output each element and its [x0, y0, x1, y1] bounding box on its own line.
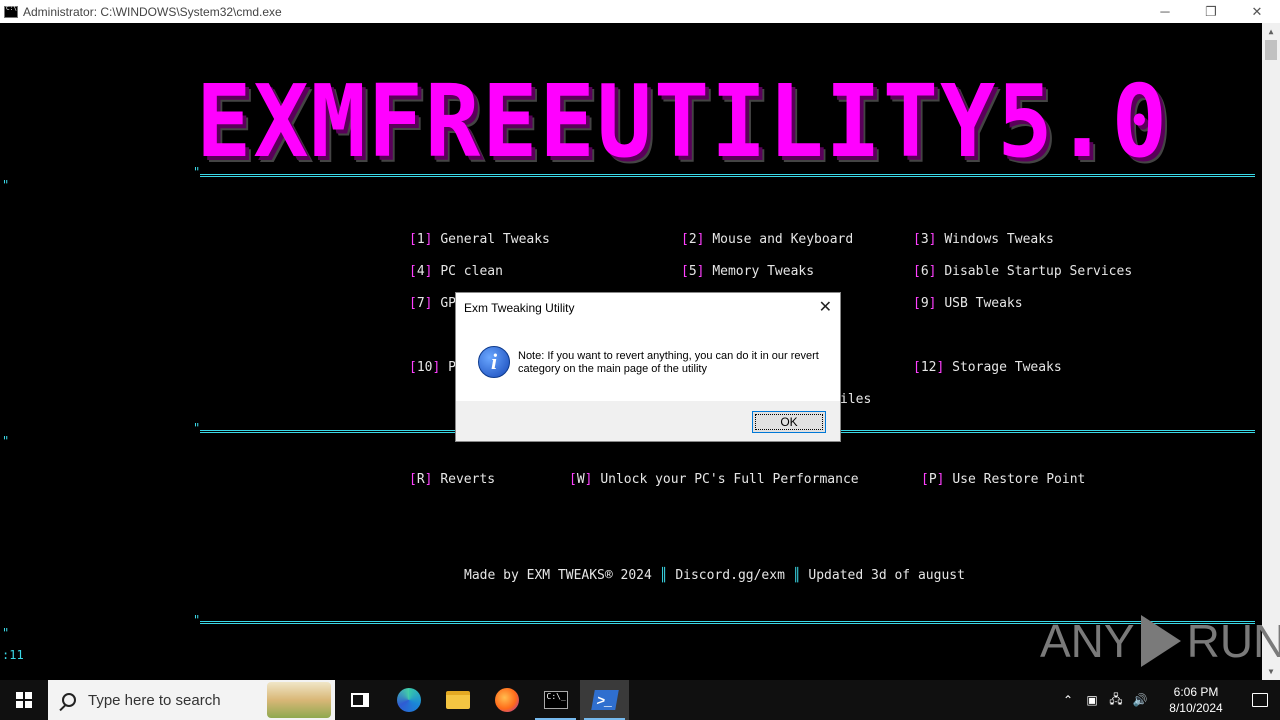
search-highlight-image — [267, 682, 331, 718]
task-view-icon — [350, 693, 369, 707]
window-controls: ─ ❐ ✕ — [1142, 0, 1280, 23]
ok-button[interactable]: OK — [752, 411, 826, 433]
clock[interactable]: 6:06 PM 8/10/2024 — [1158, 684, 1234, 716]
notification-icon — [1252, 693, 1268, 707]
taskbar-firefox[interactable] — [482, 680, 531, 720]
taskbar-edge[interactable] — [384, 680, 433, 720]
console-line-fragment: :11 — [2, 648, 24, 662]
firefox-icon — [494, 688, 519, 712]
dialog-close-button[interactable]: ✕ — [819, 297, 832, 317]
console-tick: " — [2, 178, 10, 192]
console-tick: " — [193, 613, 201, 627]
folder-icon — [445, 691, 470, 709]
banner-text: EXMFREEUTILITY5.0 — [196, 63, 1169, 180]
dialog-message: Note: If you want to revert anything, yo… — [518, 350, 819, 375]
menu-item-3: [3] Windows Tweaks — [913, 232, 1054, 247]
menu-item-1: [1] General Tweaks — [409, 232, 550, 247]
menu-item-6: [6] Disable Startup Services — [913, 264, 1133, 279]
system-tray: ⌃ ▣ 🖧 🔊 6:06 PM 8/10/2024 — [1056, 680, 1280, 720]
search-placeholder: Type here to search — [88, 691, 221, 709]
message-box: Exm Tweaking Utility ✕ i Note: If you wa… — [455, 292, 841, 442]
scrollbar-thumb[interactable] — [1265, 40, 1277, 60]
device-icon[interactable]: ▣ — [1080, 693, 1104, 707]
taskbar-powershell[interactable]: >_ — [580, 680, 629, 720]
window-titlebar: Administrator: C:\WINDOWS\System32\cmd.e… — [0, 0, 1280, 23]
minimize-button[interactable]: ─ — [1142, 0, 1188, 23]
menu-item-12: [12] Storage Tweaks — [913, 360, 1062, 375]
divider-line — [200, 174, 1255, 177]
taskbar-file-explorer[interactable] — [433, 680, 482, 720]
menu-item-7: [7] GP — [409, 296, 456, 311]
edge-icon — [396, 688, 421, 712]
menu-item-9: [9] USB Tweaks — [913, 296, 1023, 311]
cmd-icon: C:\_ — [543, 691, 568, 709]
windows-logo-icon — [16, 692, 32, 708]
menu-item-5: [5] Memory Tweaks — [681, 264, 815, 279]
taskbar-cmd[interactable]: C:\_ — [531, 680, 580, 720]
action-unlock-performance: [W] Unlock your PC's Full Performance — [569, 472, 859, 487]
dialog-title: Exm Tweaking Utility — [464, 301, 575, 315]
vertical-scrollbar[interactable]: ▲ ▼ — [1262, 23, 1280, 680]
dialog-body: i Note: If you want to revert anything, … — [456, 323, 840, 401]
restore-button[interactable]: ❐ — [1188, 0, 1234, 23]
ascii-banner: EXMFREEUTILITY5.0 — [196, 68, 1250, 176]
search-icon — [62, 693, 76, 707]
volume-icon[interactable]: 🔊 — [1128, 693, 1152, 707]
menu-item-2: [2] Mouse and Keyboard — [681, 232, 854, 247]
start-button[interactable] — [0, 680, 48, 720]
scroll-up-icon[interactable]: ▲ — [1262, 23, 1280, 40]
console-tick: " — [2, 626, 10, 640]
clock-date: 8/10/2024 — [1169, 701, 1223, 715]
taskbar-search-box[interactable]: Type here to search — [48, 680, 335, 720]
action-restore-point: [P] Use Restore Point — [921, 472, 1086, 487]
chevron-up-icon[interactable]: ⌃ — [1056, 693, 1080, 707]
credits-line: Made by EXM TWEAKS® 2024 ║ Discord.gg/ex… — [464, 568, 965, 583]
clock-time: 6:06 PM — [1173, 685, 1219, 699]
menu-item-10: [10] P — [409, 360, 456, 375]
info-icon: i — [478, 346, 510, 378]
taskbar: Type here to search C:\_ >_ ⌃ ▣ 🖧 🔊 6:06… — [0, 680, 1280, 720]
network-icon[interactable]: 🖧 — [1104, 690, 1128, 711]
watermark-left-text: ANY — [1040, 615, 1135, 667]
menu-item-4: [4] PC clean — [409, 264, 503, 279]
window-title: Administrator: C:\WINDOWS\System32\cmd.e… — [23, 4, 282, 19]
cmd-app-icon — [4, 5, 18, 18]
play-icon — [1140, 615, 1181, 667]
anyrun-watermark: ANY RUN — [1040, 612, 1280, 670]
close-button[interactable]: ✕ — [1234, 0, 1280, 23]
powershell-icon: >_ — [590, 690, 619, 710]
watermark-right-text: RUN — [1186, 615, 1280, 667]
dialog-footer: OK — [456, 401, 840, 441]
notification-button[interactable] — [1240, 680, 1280, 720]
task-view-button[interactable] — [335, 680, 384, 720]
action-reverts: [R] Reverts — [409, 472, 496, 487]
menu-item-partial: iles — [840, 392, 872, 407]
console-tick: " — [2, 434, 10, 448]
